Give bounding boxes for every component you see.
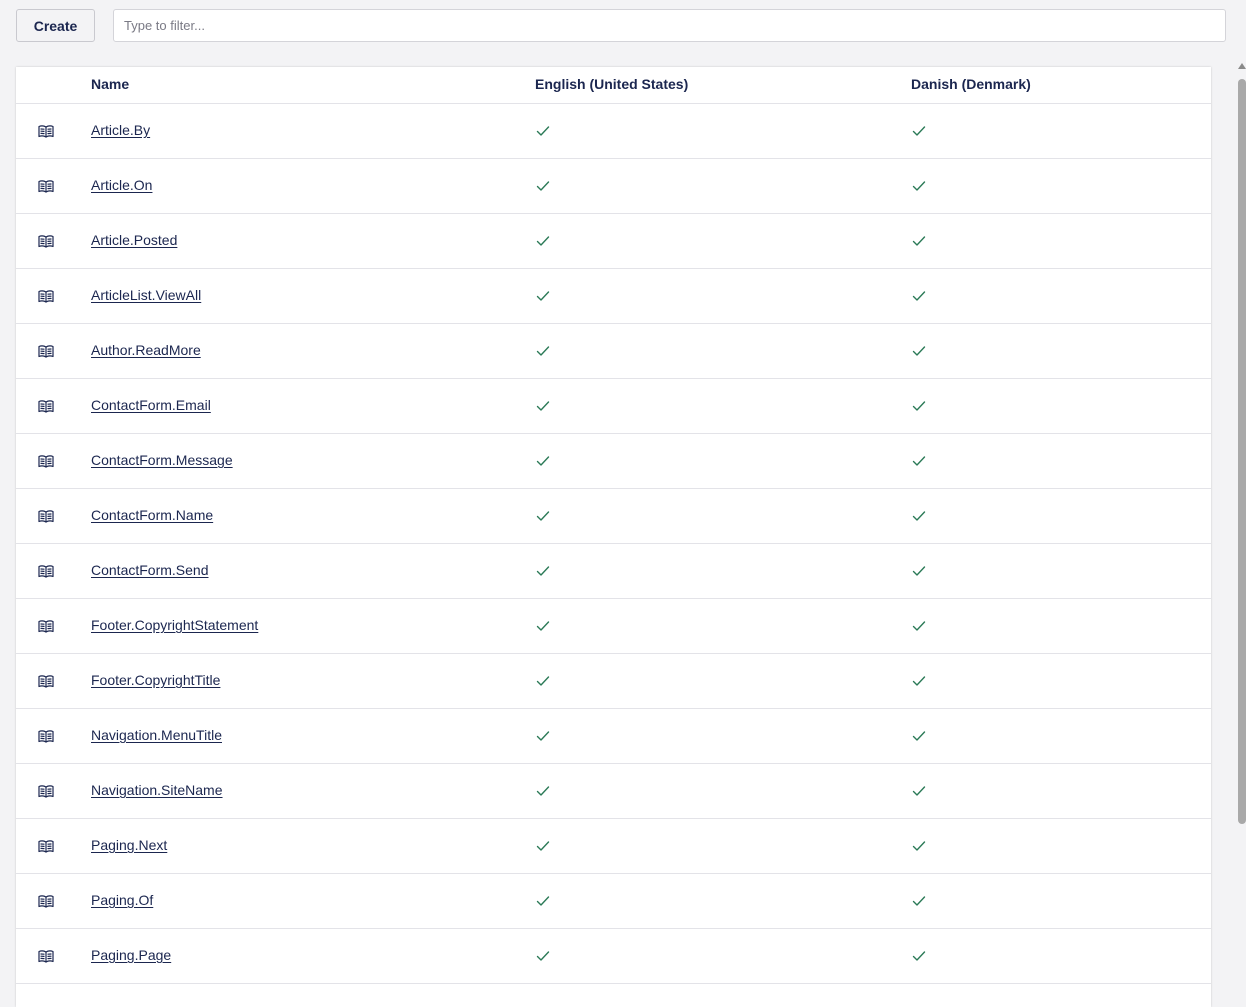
dictionary-item-link[interactable]: Article.By: [91, 122, 150, 138]
book-open-icon: [38, 124, 54, 138]
create-button[interactable]: Create: [16, 9, 95, 42]
dictionary-item-link[interactable]: ContactForm.Send: [91, 562, 209, 578]
check-icon: [912, 784, 926, 796]
book-open-icon: [38, 784, 54, 798]
dictionary-item-link[interactable]: Navigation.MenuTitle: [91, 727, 222, 743]
book-open-icon: [38, 454, 54, 468]
table-body: Article.By Article.On Article.Posted Articl…: [16, 104, 1211, 1007]
table-row[interactable]: Paging.Next: [16, 819, 1211, 874]
scroll-thumb[interactable]: [1238, 79, 1246, 824]
table-row[interactable]: ContactForm.Message: [16, 434, 1211, 489]
check-icon: [912, 454, 926, 466]
toolbar: Create: [16, 9, 1226, 42]
check-icon: [536, 784, 550, 796]
check-icon: [912, 509, 926, 521]
check-icon: [536, 729, 550, 741]
dictionary-item-link[interactable]: ContactForm.Email: [91, 397, 211, 413]
check-icon: [536, 619, 550, 631]
dictionary-item-link[interactable]: Article.On: [91, 177, 152, 193]
check-icon: [536, 894, 550, 906]
table-row[interactable]: ArticleList.ViewAll: [16, 269, 1211, 324]
check-icon: [536, 509, 550, 521]
check-icon: [912, 619, 926, 631]
dictionary-item-link[interactable]: ArticleList.ViewAll: [91, 287, 201, 303]
book-open-icon: [38, 399, 54, 413]
book-open-icon: [38, 344, 54, 358]
check-icon: [536, 344, 550, 356]
check-icon: [912, 949, 926, 961]
dictionary-item-link[interactable]: Article.Posted: [91, 232, 177, 248]
column-header-danish[interactable]: Danish (Denmark): [911, 76, 1031, 92]
table-row[interactable]: Navigation.MenuTitle: [16, 709, 1211, 764]
book-open-icon: [38, 619, 54, 633]
table-header: Name English (United States) Danish (Den…: [16, 67, 1211, 104]
table-row[interactable]: Author.ReadMore: [16, 324, 1211, 379]
check-icon: [912, 564, 926, 576]
dictionary-item-link[interactable]: Footer.CopyrightTitle: [91, 672, 220, 688]
check-icon: [536, 124, 550, 136]
book-open-icon: [38, 289, 54, 303]
check-icon: [912, 344, 926, 356]
column-header-english[interactable]: English (United States): [535, 76, 688, 92]
table-row[interactable]: ContactForm.Name: [16, 489, 1211, 544]
check-icon: [536, 564, 550, 576]
check-icon: [536, 289, 550, 301]
dictionary-item-link[interactable]: ContactForm.Message: [91, 452, 233, 468]
table-row[interactable]: Paging.Page: [16, 929, 1211, 984]
check-icon: [536, 454, 550, 466]
book-open-icon: [38, 674, 54, 688]
table-row[interactable]: Article.By: [16, 104, 1211, 159]
check-icon: [536, 399, 550, 411]
check-icon: [912, 839, 926, 851]
table-row[interactable]: Navigation.SiteName: [16, 764, 1211, 819]
book-open-icon: [38, 894, 54, 908]
check-icon: [912, 674, 926, 686]
check-icon: [912, 124, 926, 136]
check-icon: [536, 234, 550, 246]
dictionary-item-link[interactable]: Paging.Next: [91, 837, 167, 853]
check-icon: [912, 729, 926, 741]
table-row[interactable]: ContactForm.Send: [16, 544, 1211, 599]
check-icon: [536, 839, 550, 851]
book-open-icon: [38, 234, 54, 248]
book-open-icon: [38, 949, 54, 963]
dictionary-item-link[interactable]: Paging.Of: [91, 892, 153, 908]
scroll-up-arrow-icon[interactable]: [1238, 63, 1246, 69]
table-row[interactable]: Article.On: [16, 159, 1211, 214]
dictionary-item-link[interactable]: Navigation.SiteName: [91, 782, 223, 798]
dictionary-item-link[interactable]: Paging.Page: [91, 947, 171, 963]
table-row[interactable]: Article.Posted: [16, 214, 1211, 269]
book-open-icon: [38, 564, 54, 578]
check-icon: [912, 234, 926, 246]
book-open-icon: [38, 179, 54, 193]
table-row[interactable]: Paging.Of: [16, 874, 1211, 929]
table-row[interactable]: Footer.CopyrightTitle: [16, 654, 1211, 709]
dictionary-item-link[interactable]: ContactForm.Name: [91, 507, 213, 523]
table-row[interactable]: ContactForm.Email: [16, 379, 1211, 434]
check-icon: [912, 399, 926, 411]
book-open-icon: [38, 729, 54, 743]
book-open-icon: [38, 839, 54, 853]
dictionary-table: Name English (United States) Danish (Den…: [16, 67, 1211, 1007]
check-icon: [536, 674, 550, 686]
vertical-scrollbar[interactable]: [1238, 63, 1246, 996]
filter-input[interactable]: [113, 9, 1226, 42]
check-icon: [912, 289, 926, 301]
dictionary-item-link[interactable]: Footer.CopyrightStatement: [91, 617, 258, 633]
book-open-icon: [38, 509, 54, 523]
check-icon: [536, 179, 550, 191]
table-row[interactable]: Footer.CopyrightStatement: [16, 599, 1211, 654]
check-icon: [912, 179, 926, 191]
column-header-name[interactable]: Name: [91, 76, 129, 92]
dictionary-item-link[interactable]: Author.ReadMore: [91, 342, 201, 358]
check-icon: [912, 894, 926, 906]
check-icon: [536, 949, 550, 961]
